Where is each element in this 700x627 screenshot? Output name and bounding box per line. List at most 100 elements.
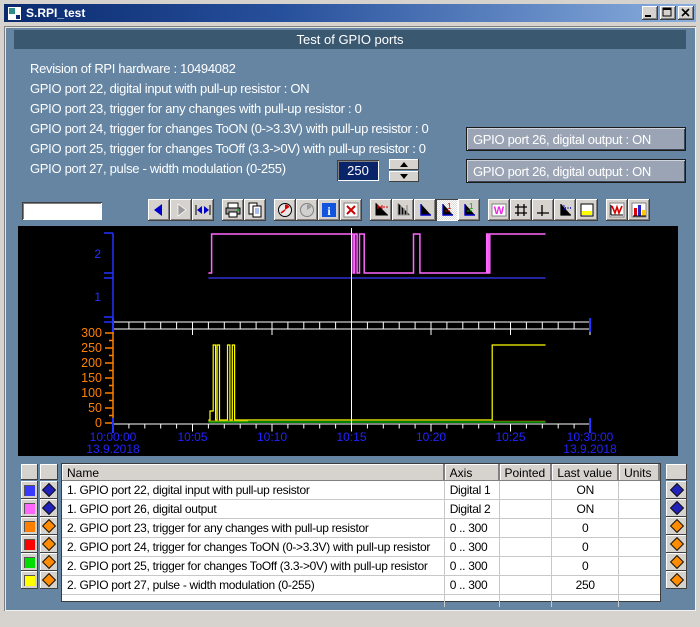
delete-button[interactable]: [340, 199, 362, 221]
column-header-axis[interactable]: Axis: [445, 464, 500, 481]
svg-text:250: 250: [81, 341, 102, 355]
right-column-header: [666, 464, 687, 480]
color-swatch[interactable]: [21, 481, 38, 499]
axis-dotted-icon: 1: [557, 202, 573, 218]
pwm-spin-down-button[interactable]: [389, 171, 419, 182]
arrow-up-icon: [400, 162, 408, 167]
gpio26-output-button-1[interactable]: GPIO port 26, digital output : ON: [466, 127, 686, 151]
svg-text:13.9.2018: 13.9.2018: [86, 442, 140, 456]
table-row[interactable]: 2. GPIO port 23, trigger for any changes…: [62, 519, 660, 538]
visibility-diamond-button[interactable]: [40, 571, 58, 589]
svg-text:W: W: [494, 205, 505, 217]
page-left-button[interactable]: [148, 199, 170, 221]
window-title: S.RPI_test: [26, 6, 85, 20]
show-grid-button[interactable]: [510, 199, 532, 221]
cell-axis: 0 .. 300: [445, 576, 500, 594]
cell-name: 2. GPIO port 23, trigger for any changes…: [62, 519, 445, 537]
table-row[interactable]: 1. GPIO port 26, digital outputDigital 2…: [62, 500, 660, 519]
cell-axis: Digital 2: [445, 500, 500, 518]
show-waveform-button[interactable]: W: [488, 199, 510, 221]
pwm-value-input[interactable]: 250: [337, 160, 379, 181]
axis-style-1-button[interactable]: [370, 199, 392, 221]
cell-last-value: 0: [552, 557, 619, 575]
print-button[interactable]: [222, 199, 244, 221]
time-window-button[interactable]: [274, 199, 296, 221]
gpio22-line: GPIO port 22, digital input with pull-up…: [30, 81, 309, 97]
fill-mode-button[interactable]: [576, 199, 598, 221]
cell-pointed: [500, 519, 553, 537]
svg-text:50: 50: [88, 401, 102, 415]
minimize-button[interactable]: [642, 6, 658, 20]
svg-text:100: 100: [81, 386, 102, 400]
scale-diamond-button[interactable]: [666, 481, 687, 499]
delete-x-icon: [343, 202, 359, 218]
visibility-diamond-button[interactable]: [40, 481, 58, 499]
cell-units: [619, 519, 660, 537]
color-swatch[interactable]: [21, 571, 38, 589]
cell-last-value: 0: [552, 519, 619, 537]
copy-button[interactable]: [244, 199, 266, 221]
cursor-value-field[interactable]: [22, 202, 102, 220]
column-header-name[interactable]: Name: [62, 464, 445, 481]
arrow-down-icon: [400, 174, 408, 179]
page-right-button[interactable]: [170, 199, 192, 221]
empty-cell: [500, 595, 553, 607]
bars-view-button[interactable]: [628, 199, 650, 221]
scale-diamond-button[interactable]: [666, 553, 687, 571]
color-swatch[interactable]: [21, 517, 38, 535]
column-header-last-value[interactable]: Last value: [552, 464, 619, 481]
curves-view-button[interactable]: [606, 199, 628, 221]
axis-style-3-button[interactable]: [414, 199, 436, 221]
info-button[interactable]: i: [318, 199, 340, 221]
svg-text:1: 1: [447, 202, 452, 211]
table-row[interactable]: 2. GPIO port 25, trigger for changes ToO…: [62, 557, 660, 576]
time-window-disabled-button[interactable]: [296, 199, 318, 221]
axis-style-5-button[interactable]: 1: [458, 199, 480, 221]
color-swatch[interactable]: [21, 499, 38, 517]
axis-cross-button[interactable]: [532, 199, 554, 221]
empty-cell: [62, 595, 445, 607]
page-title: Test of GPIO ports: [14, 30, 686, 49]
axis-cross-icon: [535, 202, 551, 218]
visibility-diamond-button[interactable]: [40, 517, 58, 535]
scale-diamond-button[interactable]: [666, 535, 687, 553]
table-row[interactable]: 1. GPIO port 22, digital input with pull…: [62, 481, 660, 500]
cell-units: [619, 481, 660, 499]
column-header-units[interactable]: Units: [619, 464, 660, 481]
visibility-diamond-button[interactable]: [40, 499, 58, 517]
table-row[interactable]: 2. GPIO port 27, pulse - width modulatio…: [62, 576, 660, 595]
axis-red-1-icon: 1: [439, 202, 455, 218]
axis-style-4-button[interactable]: 1: [436, 199, 458, 221]
axis-style-2-button[interactable]: [392, 199, 414, 221]
svg-text:300: 300: [81, 326, 102, 340]
title-bar: S.RPI_test: [4, 4, 696, 22]
scale-diamond-button[interactable]: [666, 499, 687, 517]
table-row[interactable]: 2. GPIO port 24, trigger for changes ToO…: [62, 538, 660, 557]
axis-dotted-button[interactable]: 1: [554, 199, 576, 221]
color-swatch[interactable]: [21, 553, 38, 571]
scale-diamond-button[interactable]: [666, 571, 687, 589]
app-window: { "window": {"title": "S.RPI_test"}, "he…: [0, 0, 700, 627]
gpio-chart[interactable]: 2130025020015010050010:00:0013.9.201810:…: [18, 226, 678, 456]
svg-text:10:25: 10:25: [495, 430, 525, 444]
cell-axis: Digital 1: [445, 481, 500, 499]
cell-last-value: ON: [552, 500, 619, 518]
arrow-left-icon: [151, 202, 167, 218]
column-header-pointed[interactable]: Pointed: [500, 464, 553, 481]
gpio26-output-button-2[interactable]: GPIO port 26, digital output : ON: [466, 159, 686, 183]
info-icon: i: [321, 202, 337, 218]
fit-horizontal-button[interactable]: [192, 199, 214, 221]
maximize-button[interactable]: [660, 6, 676, 20]
cell-units: [619, 557, 660, 575]
visibility-diamond-button[interactable]: [40, 553, 58, 571]
close-button[interactable]: [678, 6, 694, 20]
empty-cell: [619, 595, 660, 607]
scale-diamond-button[interactable]: [666, 517, 687, 535]
copy-icon: [247, 202, 263, 218]
pwm-spin-up-button[interactable]: [389, 159, 419, 170]
svg-text:10:05: 10:05: [177, 430, 207, 444]
color-swatch[interactable]: [21, 535, 38, 553]
cell-name: 1. GPIO port 22, digital input with pull…: [62, 481, 445, 499]
svg-text:0: 0: [95, 416, 102, 430]
visibility-diamond-button[interactable]: [40, 535, 58, 553]
